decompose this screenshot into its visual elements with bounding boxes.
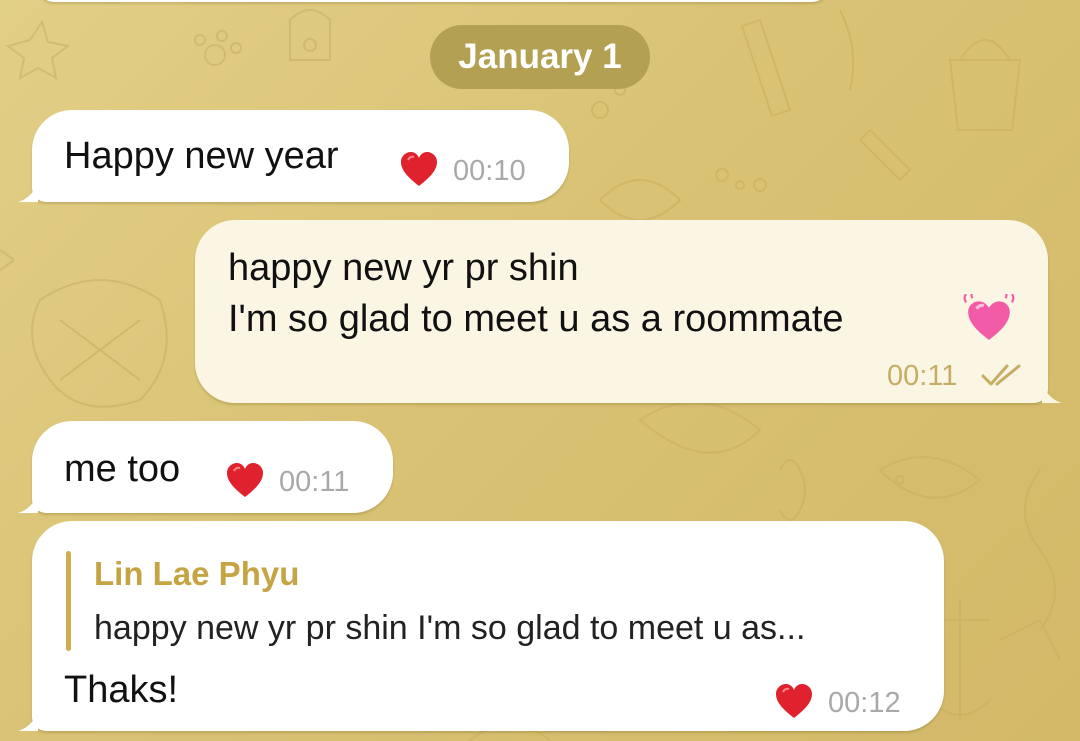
- message-bubble-incoming-reply[interactable]: Lin Lae Phyu happy new yr pr shin I'm so…: [18, 521, 944, 731]
- date-separator: January 1: [430, 25, 650, 89]
- read-double-check-icon: [981, 364, 1021, 386]
- bubble-tail: [18, 711, 38, 731]
- heart-icon[interactable]: [775, 684, 813, 720]
- message-text: Happy new year: [64, 135, 339, 177]
- message-bubble-incoming[interactable]: Happy new year 00:10: [18, 110, 569, 202]
- message-text-line: happy new yr pr shin: [228, 247, 579, 289]
- message-text: me too: [64, 448, 181, 490]
- message-text: Thaks!: [64, 669, 179, 711]
- bubble-tail: [18, 182, 38, 202]
- previous-message-bubble-edge: [38, 0, 828, 2]
- message-time: 00:11: [279, 466, 350, 498]
- bubble-tail: [1042, 383, 1062, 403]
- reply-accent-bar: [66, 551, 71, 651]
- heart-icon[interactable]: [400, 152, 438, 188]
- sparkling-heart-emoji: [963, 294, 1015, 340]
- heart-icon[interactable]: [226, 463, 264, 499]
- message-time: 00:12: [828, 687, 901, 719]
- reply-preview-text: happy new yr pr shin I'm so glad to meet…: [94, 609, 806, 647]
- bubble-tail: [18, 493, 38, 513]
- message-bubble-outgoing[interactable]: happy new yr pr shin I'm so glad to meet…: [195, 220, 1062, 403]
- message-bubble-incoming[interactable]: me too 00:11: [18, 421, 393, 513]
- reply-sender-name: Lin Lae Phyu: [94, 555, 300, 592]
- message-time: 00:10: [453, 155, 526, 187]
- message-text-line: I'm so glad to meet u as a roommate: [228, 298, 844, 340]
- message-time: 00:11: [887, 360, 958, 392]
